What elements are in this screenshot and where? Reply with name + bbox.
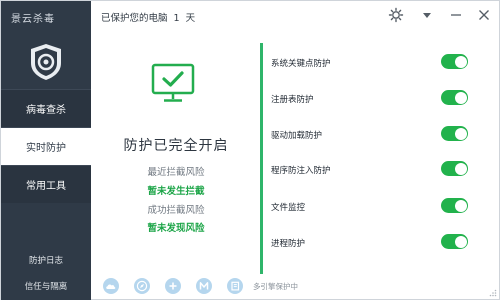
sidebar-item-tools[interactable]: 常用工具 [1,165,91,203]
engine-footer: 多引擎保护中 [91,271,500,300]
app-window: 景云杀毒 病毒查杀 实时防护 常用工具 防护日志 信任与隔离 已保护您的电脑 1 天 [0,0,500,300]
injection-toggle[interactable] [441,161,468,176]
protected-days-count: 1 [173,13,180,24]
book-engine-icon[interactable] [227,278,243,294]
protection-row-driver-load: 驱动加载防护 [271,125,471,145]
protection-status-title: 防护已完全开启 [123,138,229,154]
toggle-knob [454,55,467,68]
system-keypoint-toggle[interactable] [441,54,468,69]
protection-log-link[interactable]: 防护日志 [1,247,91,273]
settings-icon[interactable] [388,7,404,23]
toggle-knob [454,162,467,175]
toggle-knob [454,91,467,104]
close-icon[interactable] [476,7,492,23]
toggle-knob [454,235,467,248]
toggle-knob [454,127,467,140]
process-toggle[interactable] [441,234,468,249]
minimize-icon[interactable] [448,7,464,23]
plus-engine-icon[interactable] [165,278,181,294]
sidebar-item-realtime-protection[interactable]: 实时防护 [1,127,91,165]
trust-quarantine-link[interactable]: 信任与隔离 [1,273,91,299]
compass-engine-icon[interactable] [134,278,150,294]
protection-label: 程序防注入防护 [271,166,331,176]
monitor-check-icon [151,63,195,102]
protection-label: 进程防护 [271,239,306,249]
sidebar-nav: 病毒查杀 实时防护 常用工具 [1,89,91,203]
protected-days-unit: 天 [185,13,196,24]
recent-blocked-label: 最近拦截风险 [147,167,205,178]
success-blocked-label: 成功拦截风险 [147,205,205,216]
protection-days-header: 已保护您的电脑 1 天 [101,10,195,24]
file-monitor-toggle[interactable] [441,198,468,213]
sidebar-bottom-links: 防护日志 信任与隔离 [1,247,91,299]
protection-row-process: 进程防护 [271,233,471,253]
protected-text: 已保护您的电脑 [101,13,168,24]
resize-grip-icon[interactable] [489,289,497,297]
protection-row-system-keypoint: 系统关键点防护 [271,53,471,73]
protection-row-injection: 程序防注入防护 [271,160,471,180]
dropdown-menu-icon[interactable] [419,7,435,23]
registry-toggle[interactable] [441,90,468,105]
protection-label: 系统关键点防护 [271,59,331,69]
sidebar-item-label: 病毒查杀 [26,105,66,116]
driver-load-toggle[interactable] [441,126,468,141]
sidebar: 景云杀毒 病毒查杀 实时防护 常用工具 防护日志 信任与隔离 [1,1,91,300]
sidebar-item-virus-scan[interactable]: 病毒查杀 [1,89,91,127]
sidebar-item-label: 常用工具 [26,181,66,192]
protection-row-registry: 注册表防护 [271,89,471,109]
engine-status-text: 多引擎保护中 [253,282,298,291]
m-engine-icon[interactable] [196,278,212,294]
protection-row-file-monitor: 文件监控 [271,197,471,217]
cloud-engine-icon[interactable] [103,278,119,294]
protection-label: 注册表防护 [271,95,314,105]
toggle-knob [454,199,467,212]
sidebar-item-label: 实时防护 [26,143,66,154]
section-divider [260,43,263,274]
shield-logo-icon [31,44,61,80]
recent-blocked-value: 暂未发生拦截 [147,186,205,197]
protection-label: 驱动加载防护 [271,131,323,141]
success-blocked-value: 暂未发现风险 [147,223,205,234]
app-title: 景云杀毒 [11,14,55,25]
protection-label: 文件监控 [271,203,306,213]
